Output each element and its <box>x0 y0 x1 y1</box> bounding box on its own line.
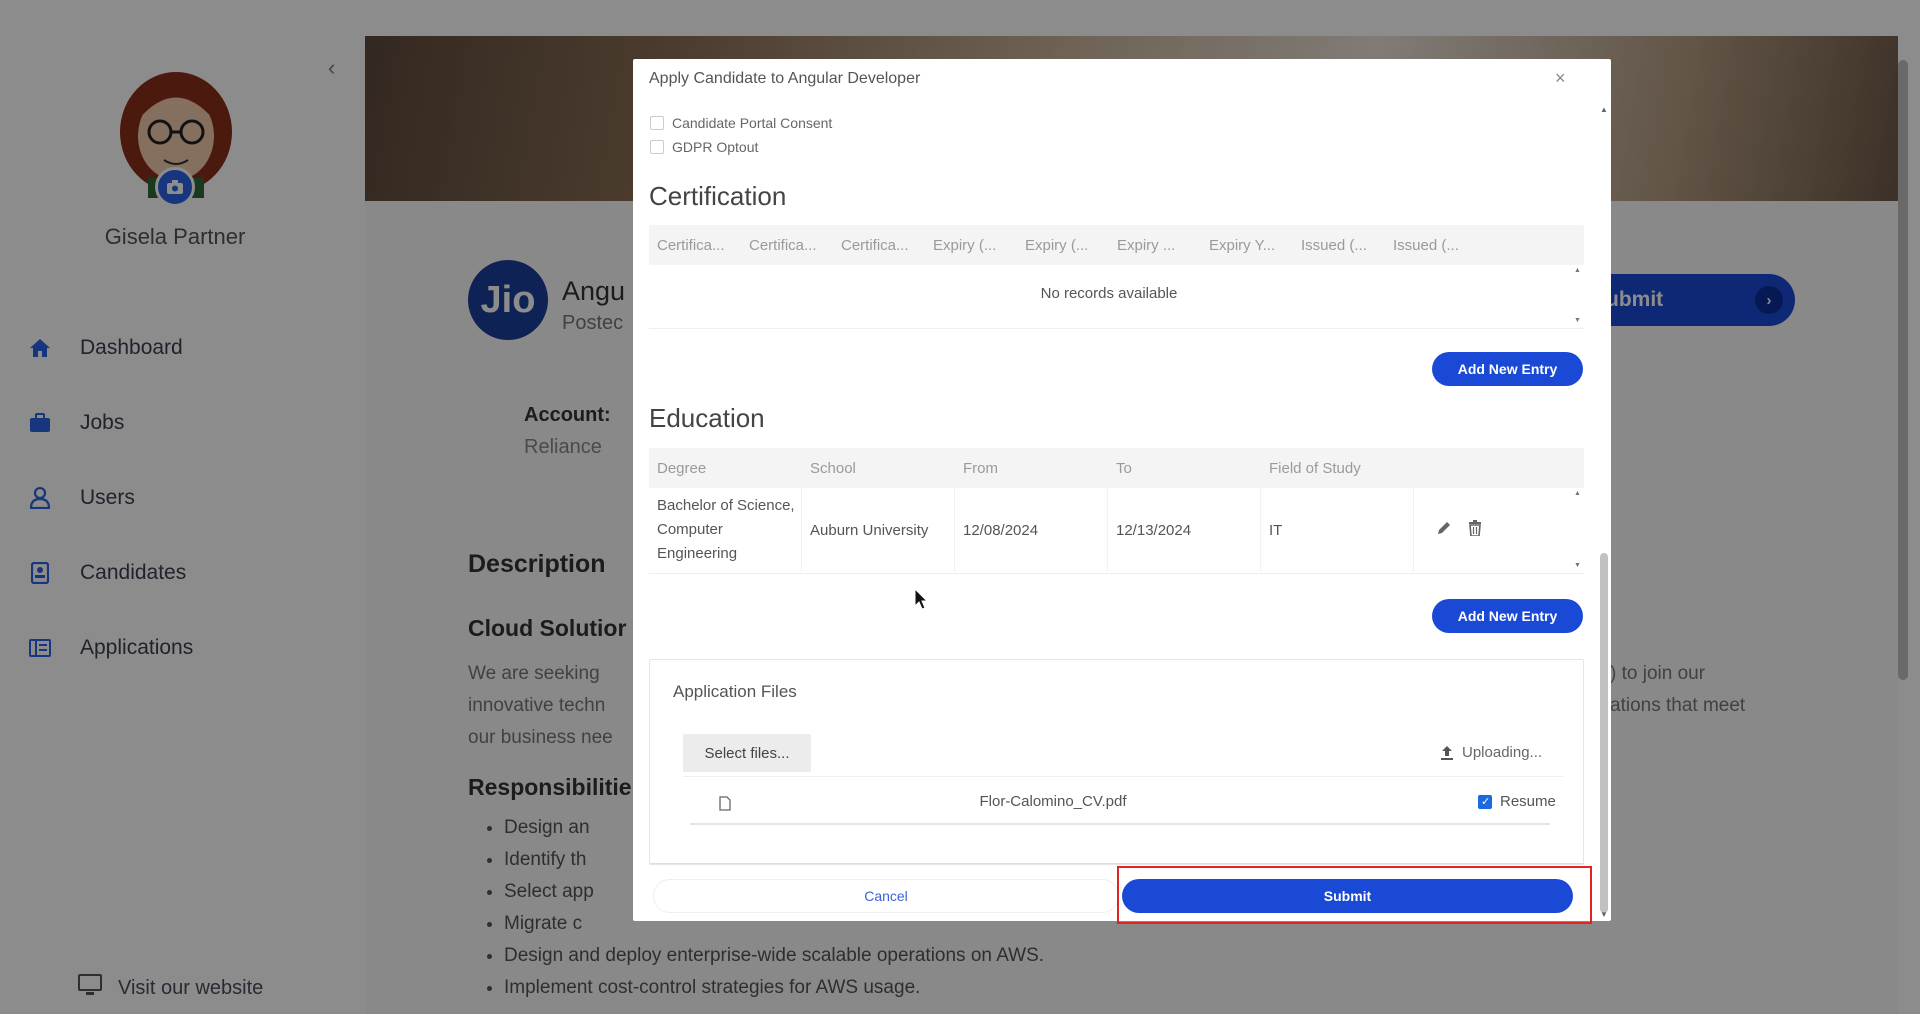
uploading-label: Uploading... <box>1462 744 1543 761</box>
resume-label: Resume <box>1500 793 1556 810</box>
column-header[interactable]: From <box>955 460 1108 477</box>
table-row: Bachelor of Science, Computer Engineerin… <box>649 488 1569 572</box>
scroll-down-icon[interactable]: ▼ <box>1574 562 1584 569</box>
column-header[interactable]: Certifica... <box>649 237 741 254</box>
column-header[interactable]: Field of Study <box>1261 460 1414 477</box>
checkbox[interactable] <box>1478 794 1492 809</box>
file-name: Flor-Calomino_CV.pdf <box>979 793 1127 810</box>
column-header[interactable]: Degree <box>649 460 802 477</box>
education-heading: Education <box>649 403 765 433</box>
column-header[interactable]: Expiry (... <box>1017 237 1109 254</box>
column-header[interactable]: Certifica... <box>741 237 833 254</box>
column-header[interactable]: Expiry Y... <box>1201 237 1293 254</box>
column-header[interactable]: Certifica... <box>833 237 925 254</box>
checkbox[interactable] <box>650 140 664 154</box>
certification-heading: Certification <box>649 181 787 211</box>
field-of-study-cell: IT <box>1261 488 1414 572</box>
scroll-up-icon[interactable]: ▲ <box>1574 267 1584 274</box>
scroll-down-icon[interactable]: ▼ <box>1600 910 1608 919</box>
school-cell: Auburn University <box>802 488 955 572</box>
upload-progress-bar <box>690 823 1550 825</box>
checkbox-label: GDPR Optout <box>672 139 759 155</box>
scroll-down-icon[interactable]: ▼ <box>1574 317 1584 324</box>
add-education-button[interactable]: Add New Entry <box>1432 599 1583 633</box>
file-row: Flor-Calomino_CV.pdf Resume <box>683 776 1563 826</box>
column-header[interactable]: Expiry (... <box>925 237 1017 254</box>
column-header[interactable]: School <box>802 460 955 477</box>
submit-highlight-box <box>1117 866 1592 924</box>
checkbox[interactable] <box>650 116 664 130</box>
certification-grid-body: No records available ▲ ▼ <box>649 265 1584 329</box>
scrollbar-thumb[interactable] <box>1600 553 1608 913</box>
cancel-button[interactable]: Cancel <box>653 879 1119 913</box>
upload-status: Uploading... <box>1440 744 1542 761</box>
select-files-button[interactable]: Select files... <box>683 734 811 772</box>
add-certification-button[interactable]: Add New Entry <box>1432 352 1583 386</box>
column-header[interactable]: Issued (... <box>1293 237 1385 254</box>
row-actions <box>1414 488 1569 572</box>
edit-icon[interactable] <box>1436 520 1452 540</box>
scroll-up-icon[interactable]: ▲ <box>1574 490 1584 497</box>
page-scrollbar[interactable] <box>1898 60 1908 680</box>
education-grid-body: Bachelor of Science, Computer Engineerin… <box>649 488 1584 574</box>
application-files-panel: Application Files Select files... Upload… <box>649 659 1584 865</box>
close-icon[interactable]: × <box>1555 68 1566 89</box>
application-files-heading: Application Files <box>673 682 797 701</box>
column-header[interactable]: Expiry ... <box>1109 237 1201 254</box>
dialog-title: Apply Candidate to Angular Developer <box>649 70 921 87</box>
candidate-portal-consent-checkbox[interactable]: Candidate Portal Consent <box>650 115 832 131</box>
from-cell: 12/08/2024 <box>955 488 1108 572</box>
trash-icon[interactable] <box>1468 520 1482 540</box>
scroll-up-icon[interactable]: ▲ <box>1600 105 1608 114</box>
dialog-footer-divider <box>649 863 1584 864</box>
gdpr-optout-checkbox[interactable]: GDPR Optout <box>650 139 758 155</box>
mouse-cursor-icon <box>914 587 929 615</box>
resume-checkbox[interactable]: Resume <box>1478 793 1556 810</box>
no-records-text: No records available <box>1040 285 1178 302</box>
column-header[interactable]: To <box>1108 460 1261 477</box>
certification-grid-header: Certifica... Certifica... Certifica... E… <box>649 225 1584 265</box>
checkbox-label: Candidate Portal Consent <box>672 115 833 131</box>
education-grid-header: Degree School From To Field of Study <box>649 448 1584 488</box>
apply-candidate-dialog: Apply Candidate to Angular Developer × ▲… <box>633 59 1611 921</box>
column-header[interactable]: Issued (... <box>1385 237 1477 254</box>
dialog-scrollbar[interactable]: ▲ ▼ <box>1599 103 1609 921</box>
to-cell: 12/13/2024 <box>1108 488 1261 572</box>
degree-cell: Bachelor of Science, Computer Engineerin… <box>649 488 802 572</box>
upload-icon <box>1441 745 1453 760</box>
